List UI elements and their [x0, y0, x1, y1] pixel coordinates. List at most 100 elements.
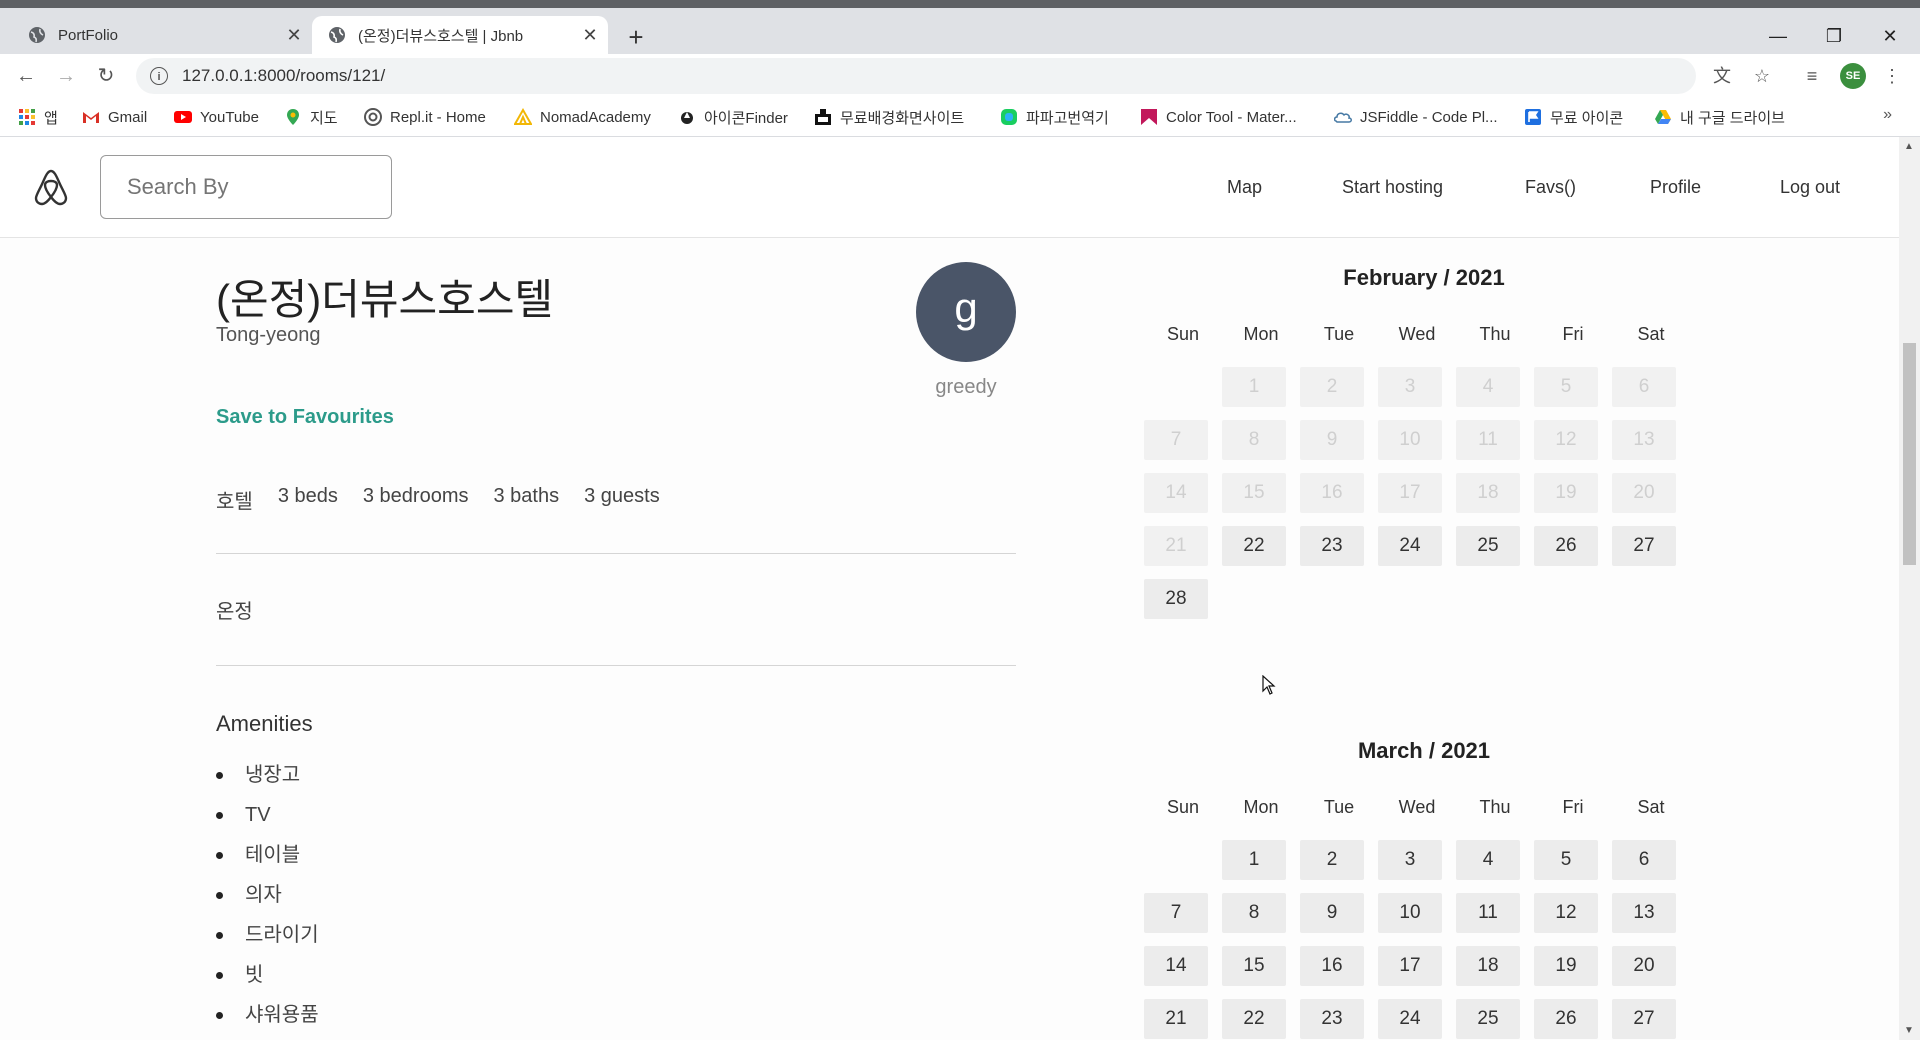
profile-avatar[interactable]: SE — [1840, 63, 1866, 89]
bookmark-drive[interactable]: 내 구글 드라이브 — [1654, 106, 1785, 128]
bookmark-label: Repl.it - Home — [390, 108, 486, 126]
calendar-day[interactable]: 28 — [1144, 579, 1208, 619]
tab-room[interactable]: (온정)더뷰스호스텔 | Jbnb ✕ — [312, 16, 608, 54]
nav-start-hosting[interactable]: Start hosting — [1342, 177, 1443, 198]
calendar-day[interactable]: 14 — [1144, 946, 1208, 986]
calendar-day[interactable]: 12 — [1534, 893, 1598, 933]
calendar-day[interactable]: 7 — [1144, 893, 1208, 933]
bookmark-free-icons[interactable]: 무료 아이콘 — [1524, 106, 1623, 128]
more-menu-icon[interactable]: ⋮ — [1876, 60, 1908, 92]
calendar-day[interactable]: 3 — [1378, 840, 1442, 880]
calendar-day[interactable]: 25 — [1456, 526, 1520, 566]
calendar-day[interactable]: 5 — [1534, 840, 1598, 880]
address-bar[interactable]: i 127.0.0.1:8000/rooms/121/ — [136, 58, 1696, 94]
page-scrollbar[interactable]: ▲ ▼ — [1899, 137, 1920, 1040]
calendar-day[interactable]: 18 — [1456, 946, 1520, 986]
calendar-day-past: 3 — [1378, 367, 1442, 407]
bookmarks-overflow-icon[interactable]: » — [1883, 106, 1892, 124]
youtube-icon — [174, 111, 192, 123]
back-arrow-icon[interactable]: ← — [10, 60, 42, 92]
close-tab-icon[interactable]: ✕ — [280, 25, 308, 46]
bookmark-replit[interactable]: Repl.it - Home — [364, 106, 486, 128]
calendar-day[interactable]: 24 — [1378, 526, 1442, 566]
host-name[interactable]: greedy — [916, 376, 1016, 399]
globe-icon — [329, 27, 345, 43]
weekday-label: Sun — [1166, 324, 1200, 344]
bookmark-colortool[interactable]: Color Tool - Mater... — [1140, 106, 1297, 128]
close-tab-icon[interactable]: ✕ — [576, 25, 604, 46]
weekday-label: Thu — [1479, 324, 1511, 344]
calendar-day[interactable]: 17 — [1378, 946, 1442, 986]
calendar-day[interactable]: 21 — [1144, 999, 1208, 1039]
translate-icon[interactable]: 文 — [1706, 60, 1738, 92]
nav-profile[interactable]: Profile — [1650, 177, 1701, 198]
calendar-day[interactable]: 22 — [1222, 526, 1286, 566]
calendar-day[interactable]: 16 — [1300, 946, 1364, 986]
scroll-up-arrow-icon[interactable]: ▲ — [1904, 141, 1914, 152]
tab-portfolio[interactable]: PortFolio ✕ — [12, 16, 312, 54]
nav-map[interactable]: Map — [1227, 177, 1262, 198]
window-top-strip — [0, 0, 1920, 8]
site-info-icon[interactable]: i — [150, 67, 168, 85]
nav-log-out[interactable]: Log out — [1780, 177, 1840, 198]
bookmark-wallpaper[interactable]: 무료배경화면사이트 — [814, 106, 964, 128]
calendar-day[interactable]: 22 — [1222, 999, 1286, 1039]
calendar-days-grid: 1 2 3 4 5 6 7 8 9 10 11 12 13 14 15 16 17 18 19 20 21 22 23 24 2… — [1144, 367, 1704, 619]
bookmark-gmail[interactable]: Gmail — [82, 106, 147, 128]
nav-favs[interactable]: Favs() — [1525, 177, 1576, 198]
calendar-day[interactable]: 4 — [1456, 840, 1520, 880]
bookmark-youtube[interactable]: YouTube — [174, 106, 259, 128]
minimize-button[interactable]: — — [1750, 22, 1806, 50]
maps-pin-icon — [287, 109, 299, 125]
close-window-button[interactable]: ✕ — [1862, 22, 1918, 50]
bookmark-iconfinder[interactable]: 아이콘Finder — [678, 106, 788, 128]
bookmark-nomad[interactable]: NomadAcademy — [514, 106, 651, 128]
host-avatar[interactable]: g — [916, 262, 1016, 362]
bookmark-jsfiddle[interactable]: JSFiddle - Code Pl... — [1334, 106, 1498, 128]
calendar-day[interactable]: 1 — [1222, 840, 1286, 880]
amenity-item: 샤워용품 — [216, 1000, 319, 1040]
scroll-thumb[interactable] — [1903, 343, 1916, 565]
calendar-day[interactable]: 20 — [1612, 946, 1676, 986]
calendar-day[interactable]: 10 — [1378, 893, 1442, 933]
restore-button[interactable]: ❐ — [1806, 22, 1862, 50]
calendar-day[interactable]: 2 — [1300, 840, 1364, 880]
scroll-down-arrow-icon[interactable]: ▼ — [1904, 1025, 1914, 1036]
bookmark-label: 아이콘Finder — [704, 109, 788, 127]
calendar-day[interactable]: 11 — [1456, 893, 1520, 933]
calendar-day[interactable]: 25 — [1456, 999, 1520, 1039]
calendar-day[interactable]: 13 — [1612, 893, 1676, 933]
calendar-day[interactable]: 27 — [1612, 999, 1676, 1039]
calendar-day[interactable]: 23 — [1300, 999, 1364, 1039]
bookmark-apps[interactable]: 앱 — [18, 106, 58, 128]
bookmark-star-icon[interactable]: ☆ — [1746, 60, 1778, 92]
calendar-day-past: 7 — [1144, 420, 1208, 460]
jsfiddle-icon — [1334, 112, 1352, 123]
calendar-day-past: 14 — [1144, 473, 1208, 513]
calendar-day[interactable]: 15 — [1222, 946, 1286, 986]
bookmark-label: 앱 — [44, 109, 58, 127]
guests-count: 3 guests — [584, 485, 660, 507]
calendar-day[interactable]: 26 — [1534, 526, 1598, 566]
bookmark-papago[interactable]: 파파고번역기 — [1000, 106, 1109, 128]
amenity-item: 테이블 — [216, 840, 319, 880]
search-input[interactable] — [100, 155, 392, 219]
calendar-day[interactable]: 27 — [1612, 526, 1676, 566]
reload-icon[interactable]: ↻ — [90, 60, 122, 92]
calendar-day[interactable]: 24 — [1378, 999, 1442, 1039]
forward-arrow-icon[interactable]: → — [50, 60, 82, 92]
calendar-day-past: 15 — [1222, 473, 1286, 513]
calendar-day[interactable]: 19 — [1534, 946, 1598, 986]
bookmark-maps[interactable]: 지도 — [284, 106, 338, 128]
media-queue-icon[interactable]: ≡ — [1796, 60, 1828, 92]
new-tab-button[interactable]: + — [620, 22, 652, 54]
calendar-day[interactable]: 9 — [1300, 893, 1364, 933]
calendar-day[interactable]: 8 — [1222, 893, 1286, 933]
airbnb-logo-icon[interactable] — [31, 167, 71, 207]
calendar-day-past: 2 — [1300, 367, 1364, 407]
save-to-favourites-link[interactable]: Save to Favourites — [216, 406, 394, 429]
calendar-day[interactable]: 6 — [1612, 840, 1676, 880]
calendar-day[interactable]: 23 — [1300, 526, 1364, 566]
calendar-day[interactable]: 26 — [1534, 999, 1598, 1039]
calendar-day-past: 16 — [1300, 473, 1364, 513]
